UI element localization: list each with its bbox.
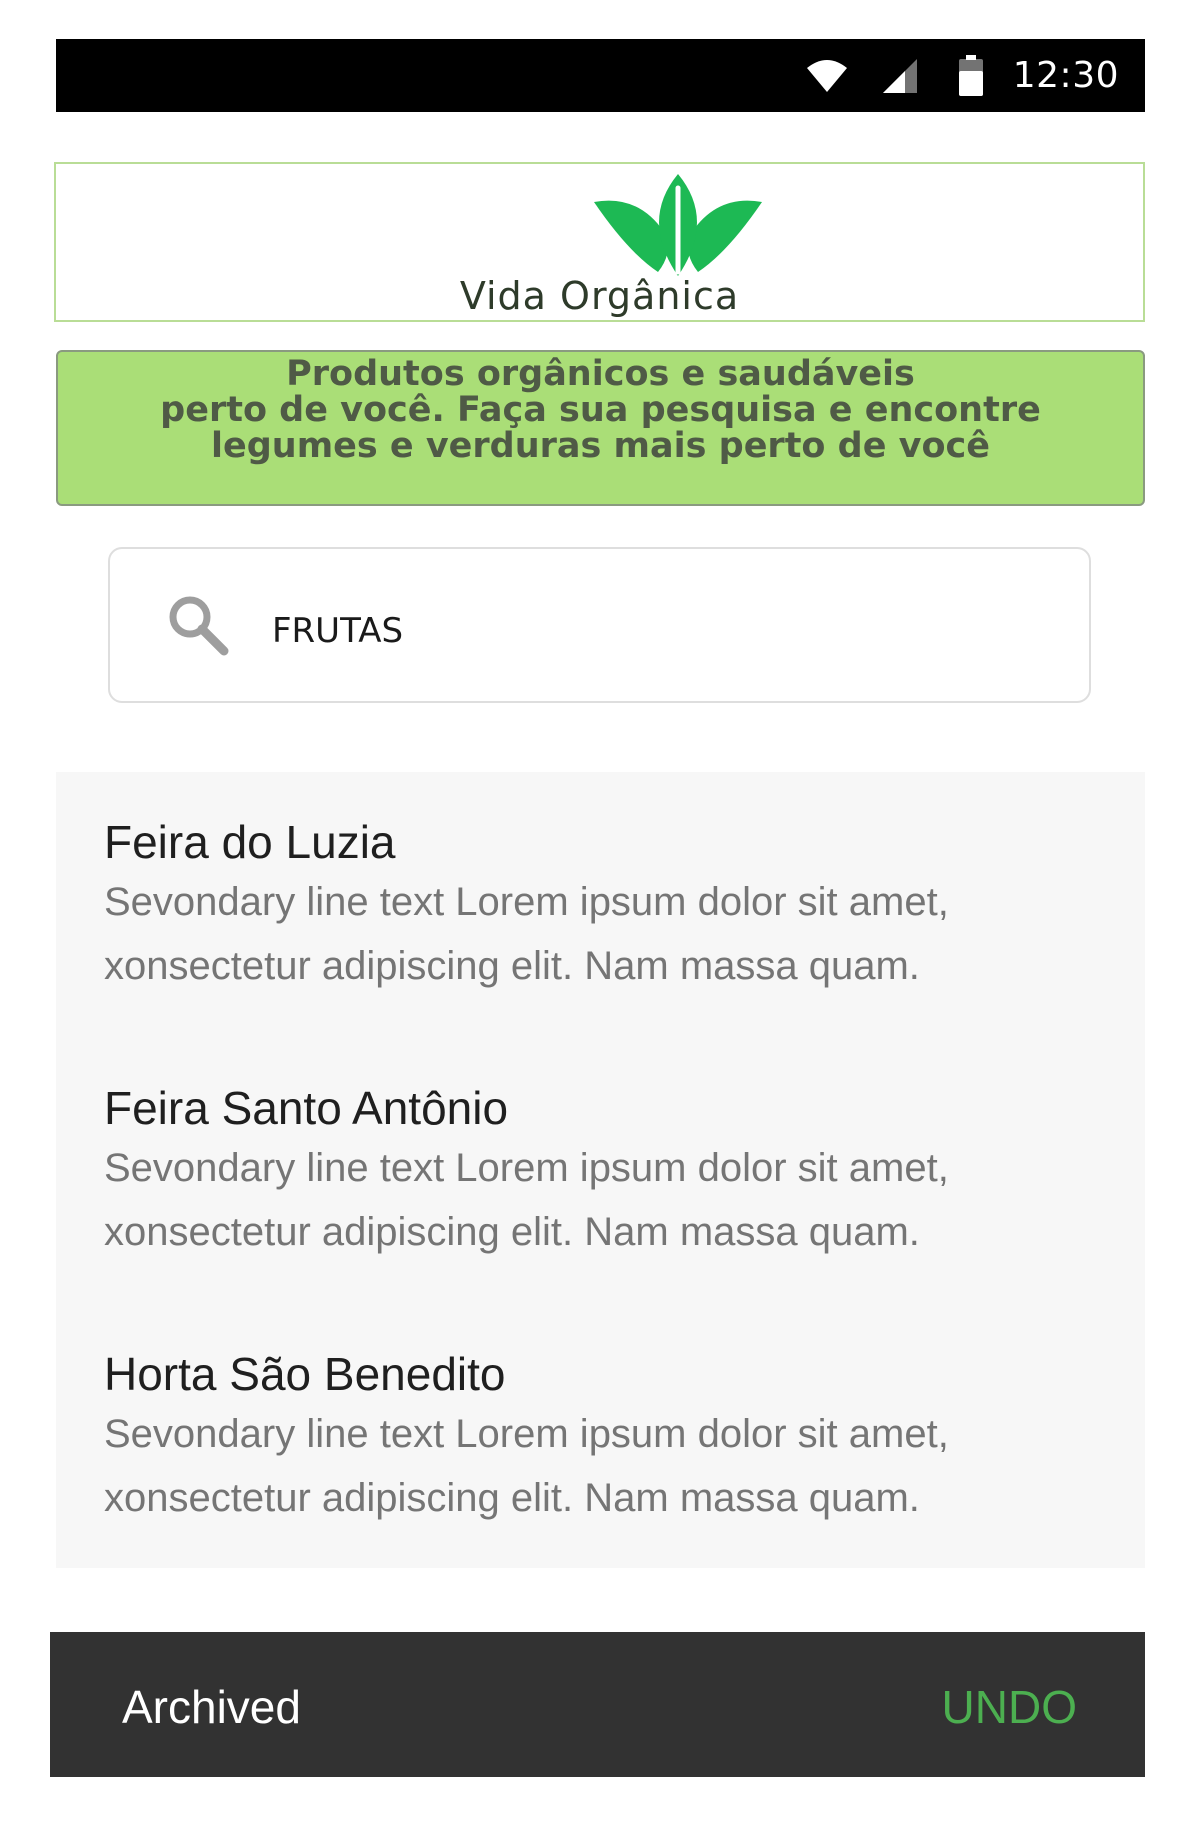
status-bar: 12:30	[56, 39, 1145, 112]
status-icons: 12:30	[805, 39, 1119, 112]
list-item-subtitle: xonsectetur adipiscing elit. Nam massa q…	[104, 1476, 920, 1520]
search-input[interactable]	[272, 609, 1032, 653]
tagline-line: legumes e verduras mais perto de você	[211, 426, 990, 466]
logo-banner: Vida Orgânica	[54, 162, 1145, 322]
snackbar-message: Archived	[122, 1681, 301, 1733]
search-bar[interactable]	[108, 547, 1091, 703]
tagline-banner: Produtos orgânicos e saudáveis perto de …	[56, 350, 1145, 506]
list-item-subtitle: Sevondary line text Lorem ipsum dolor si…	[104, 880, 949, 924]
list-item-subtitle: Sevondary line text Lorem ipsum dolor si…	[104, 1146, 949, 1190]
tagline-line: Produtos orgânicos e saudáveis	[286, 354, 915, 394]
list-item[interactable]: Feira Santo Antônio Sevondary line text …	[104, 1080, 1104, 1264]
battery-icon	[958, 54, 983, 96]
logo-text: Vida Orgânica	[459, 274, 740, 318]
signal-icon	[882, 58, 917, 93]
undo-button[interactable]: UNDO	[942, 1680, 1077, 1734]
list-item[interactable]: Horta São Benedito Sevondary line text L…	[104, 1346, 1104, 1530]
wifi-icon	[806, 59, 847, 92]
list-item-subtitle: Sevondary line text Lorem ipsum dolor si…	[104, 1412, 949, 1456]
leaf-icon	[594, 174, 762, 276]
list-item-subtitle: xonsectetur adipiscing elit. Nam massa q…	[104, 944, 920, 988]
tagline-line: perto de você. Faça sua pesquisa e encon…	[160, 390, 1041, 430]
list-item-title: Feira Santo Antônio	[104, 1082, 509, 1134]
status-time: 12:30	[1012, 55, 1119, 96]
list-item-title: Horta São Benedito	[104, 1348, 506, 1400]
search-icon[interactable]	[166, 593, 230, 657]
list-item-title: Feira do Luzia	[104, 816, 396, 868]
results-list: Feira do Luzia Sevondary line text Lorem…	[56, 772, 1145, 1568]
snackbar: Archived UNDO	[50, 1632, 1145, 1777]
list-item-subtitle: xonsectetur adipiscing elit. Nam massa q…	[104, 1210, 920, 1254]
list-item[interactable]: Feira do Luzia Sevondary line text Lorem…	[104, 814, 1104, 998]
